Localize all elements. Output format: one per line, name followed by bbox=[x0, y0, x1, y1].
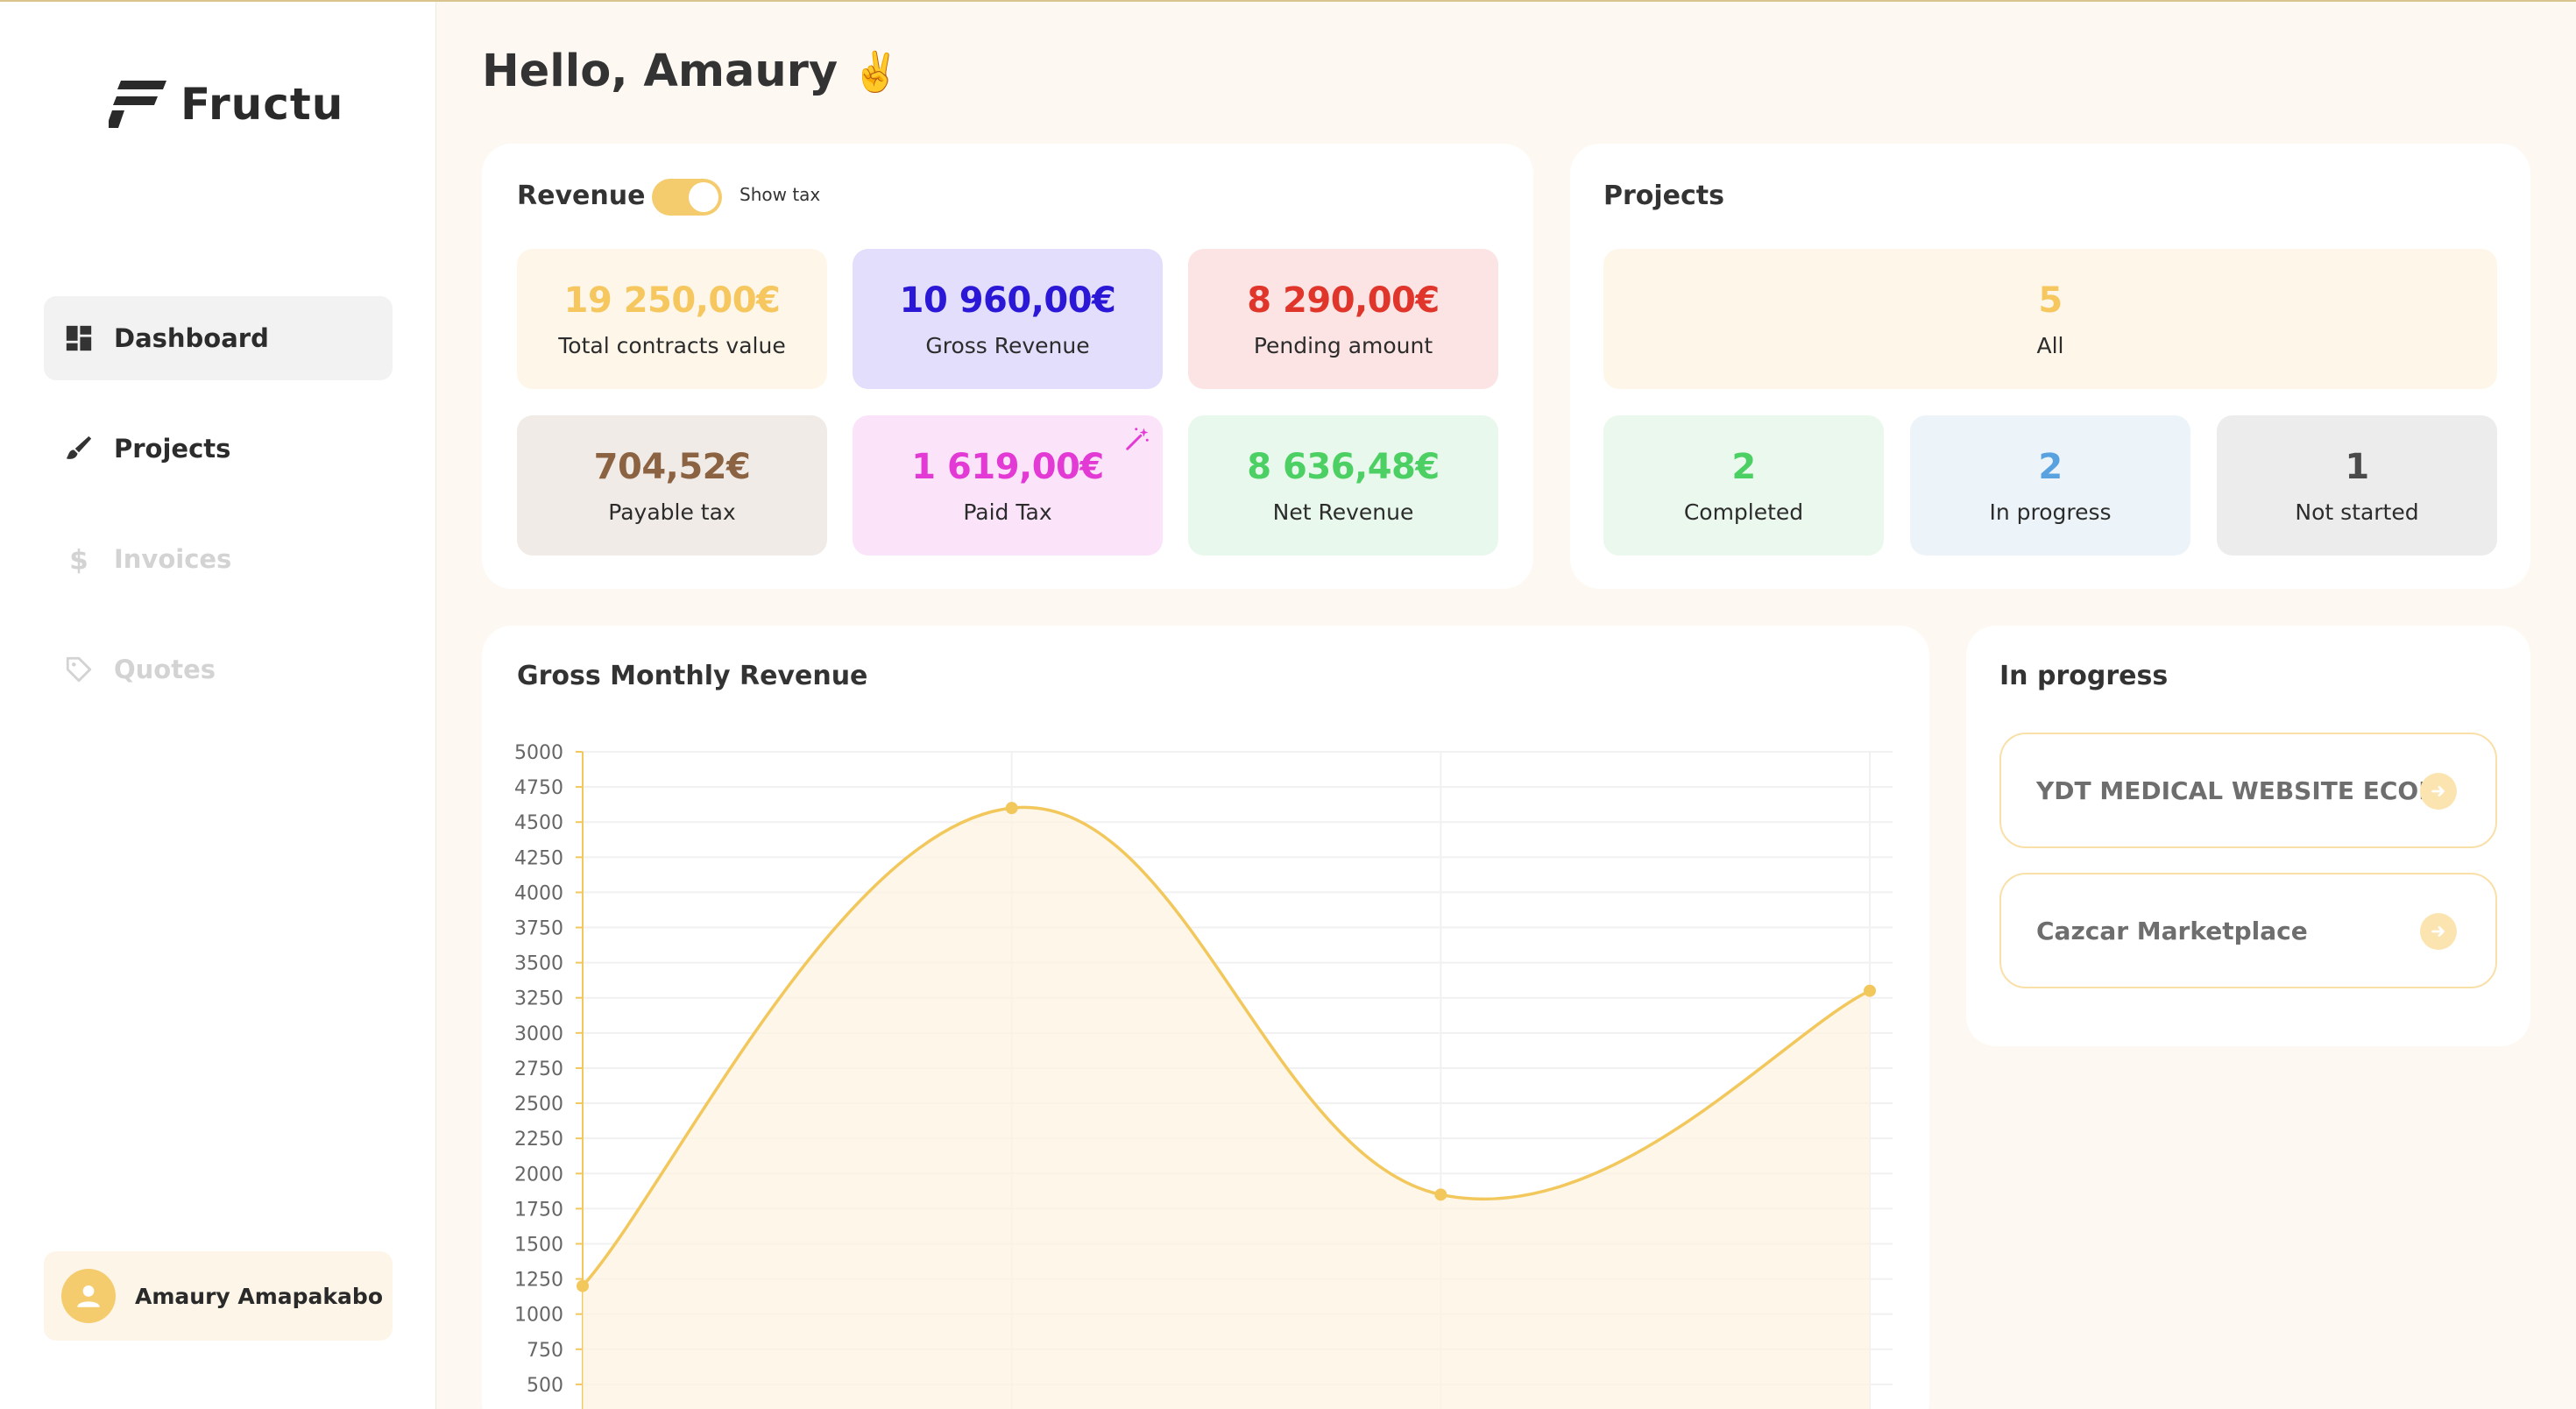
dashboard-icon bbox=[63, 322, 95, 354]
sidebar-item-dashboard[interactable]: Dashboard bbox=[44, 296, 393, 380]
in-progress-card: In progress YDT MEDICAL WEBSITE ECOM Caz… bbox=[1966, 626, 2530, 1046]
page-title: Hello, Amaury ✌️ bbox=[482, 46, 900, 97]
sidebar-item-projects[interactable]: Projects bbox=[44, 407, 393, 491]
svg-text:$: $ bbox=[69, 544, 88, 574]
projects-card: Projects 5 All 2 Completed 2 In progress… bbox=[1570, 144, 2530, 589]
projects-completed[interactable]: 2 Completed bbox=[1603, 415, 1884, 556]
user-profile[interactable]: Amaury Amapakabo bbox=[44, 1251, 393, 1341]
stat-value: 8 636,48€ bbox=[1247, 446, 1440, 487]
revenue-line-chart: 5000 4750 4500 4250 4000 3750 3500 3250 3000 2750… bbox=[514, 742, 1893, 1409]
stat-value: 8 290,00€ bbox=[1247, 280, 1440, 321]
projects-title: Projects bbox=[1603, 181, 1725, 211]
stat-value: 2 bbox=[2038, 446, 2063, 487]
revenue-title: Revenue bbox=[517, 181, 646, 211]
data-point bbox=[1864, 984, 1876, 997]
sidebar: Fructu Dashboard Projects $ Invoices Quo… bbox=[0, 2, 436, 1409]
stat-label: All bbox=[2036, 332, 2064, 358]
stat-gross-revenue: 10 960,00€ Gross Revenue bbox=[853, 249, 1163, 389]
sidebar-item-label: Projects bbox=[114, 434, 231, 464]
arrow-right-icon[interactable] bbox=[2420, 913, 2457, 950]
stat-value: 1 bbox=[2345, 446, 2369, 487]
y-tick-label: 2250 bbox=[514, 1129, 563, 1151]
data-point bbox=[577, 1279, 589, 1292]
y-tick-label: 4750 bbox=[514, 777, 563, 799]
user-name: Amaury Amapakabo bbox=[135, 1283, 383, 1309]
stat-label: Payable tax bbox=[608, 499, 736, 525]
y-tick-label: 1750 bbox=[514, 1199, 563, 1221]
y-tick-label: 500 bbox=[527, 1375, 563, 1397]
stat-label: Net Revenue bbox=[1272, 499, 1414, 525]
y-tick-label: 750 bbox=[527, 1340, 563, 1362]
in-progress-item[interactable]: Cazcar Marketplace bbox=[1999, 873, 2497, 988]
project-name: Cazcar Marketplace bbox=[2036, 916, 2308, 945]
stat-paid-tax: 1 619,00€ Paid Tax bbox=[853, 415, 1163, 556]
project-name: YDT MEDICAL WEBSITE ECOM bbox=[2036, 775, 2444, 805]
projects-not-started[interactable]: 1 Not started bbox=[2217, 415, 2497, 556]
dollar-icon: $ bbox=[63, 543, 95, 575]
stat-value: 2 bbox=[1731, 446, 1756, 487]
avatar bbox=[61, 1269, 116, 1323]
logo[interactable]: Fructu bbox=[109, 79, 343, 130]
y-tick-label: 1500 bbox=[514, 1234, 563, 1256]
sidebar-item-invoices[interactable]: $ Invoices bbox=[44, 517, 393, 601]
stat-total-contracts: 19 250,00€ Total contracts value bbox=[517, 249, 827, 389]
stat-value: 1 619,00€ bbox=[911, 446, 1104, 487]
toggle-knob bbox=[689, 182, 718, 212]
brush-icon bbox=[63, 433, 95, 464]
y-tick-label: 2750 bbox=[514, 1059, 563, 1080]
in-progress-title: In progress bbox=[1999, 661, 2169, 691]
data-point bbox=[1005, 802, 1018, 815]
gross-monthly-revenue-card: Gross Monthly Revenue 5000 4750 4500 4250 40… bbox=[482, 626, 1929, 1409]
projects-all[interactable]: 5 All bbox=[1603, 249, 2497, 389]
sidebar-item-quotes[interactable]: Quotes bbox=[44, 627, 393, 712]
stat-label: Paid Tax bbox=[963, 499, 1052, 525]
stat-label: Total contracts value bbox=[558, 332, 786, 358]
in-progress-item[interactable]: YDT MEDICAL WEBSITE ECOM bbox=[1999, 733, 2497, 848]
stat-label: Completed bbox=[1683, 499, 1804, 525]
stat-net-revenue: 8 636,48€ Net Revenue bbox=[1188, 415, 1498, 556]
series-area bbox=[583, 807, 1870, 1409]
victory-hand-icon: ✌️ bbox=[852, 49, 900, 95]
show-tax-toggle[interactable] bbox=[652, 179, 722, 216]
stat-value: 704,52€ bbox=[593, 446, 751, 487]
sidebar-item-label: Dashboard bbox=[114, 323, 269, 353]
stat-payable-tax: 704,52€ Payable tax bbox=[517, 415, 827, 556]
sidebar-item-label: Invoices bbox=[114, 544, 232, 574]
stat-label: Pending amount bbox=[1253, 332, 1433, 358]
data-point bbox=[1434, 1188, 1447, 1201]
projects-in-progress[interactable]: 2 In progress bbox=[1910, 415, 2190, 556]
magic-wand-icon[interactable] bbox=[1124, 426, 1150, 452]
y-tick-label: 1250 bbox=[514, 1270, 563, 1292]
y-tick-label: 2500 bbox=[514, 1094, 563, 1115]
app-name: Fructu bbox=[180, 79, 344, 130]
tag-icon bbox=[63, 654, 95, 685]
y-tick-label: 1000 bbox=[514, 1305, 563, 1327]
greeting-text: Hello, Amaury bbox=[482, 46, 839, 97]
stat-value: 5 bbox=[2038, 280, 2063, 321]
stat-label: Gross Revenue bbox=[925, 332, 1090, 358]
y-tick-label: 2000 bbox=[514, 1164, 563, 1186]
y-tick-label: 3000 bbox=[514, 1023, 563, 1045]
stat-value: 19 250,00€ bbox=[563, 280, 781, 321]
arrow-right-icon[interactable] bbox=[2420, 773, 2457, 810]
stat-pending-amount: 8 290,00€ Pending amount bbox=[1188, 249, 1498, 389]
sidebar-item-label: Quotes bbox=[114, 655, 216, 684]
y-tick-label: 4500 bbox=[514, 812, 563, 834]
y-tick-label: 3750 bbox=[514, 918, 563, 940]
y-tick-label: 5000 bbox=[514, 742, 563, 764]
y-tick-label: 3500 bbox=[514, 953, 563, 975]
stat-label: Not started bbox=[2295, 499, 2419, 525]
y-tick-label: 4000 bbox=[514, 882, 563, 904]
stat-value: 10 960,00€ bbox=[899, 280, 1116, 321]
revenue-card: Revenue Show tax 19 250,00€ Total contra… bbox=[482, 144, 1533, 589]
show-tax-label: Show tax bbox=[740, 184, 821, 205]
y-tick-label: 4250 bbox=[514, 847, 563, 869]
stat-label: In progress bbox=[1989, 499, 2112, 525]
fructu-logo-icon bbox=[109, 81, 166, 128]
user-icon bbox=[77, 1285, 100, 1307]
y-tick-label: 3250 bbox=[514, 988, 563, 1010]
